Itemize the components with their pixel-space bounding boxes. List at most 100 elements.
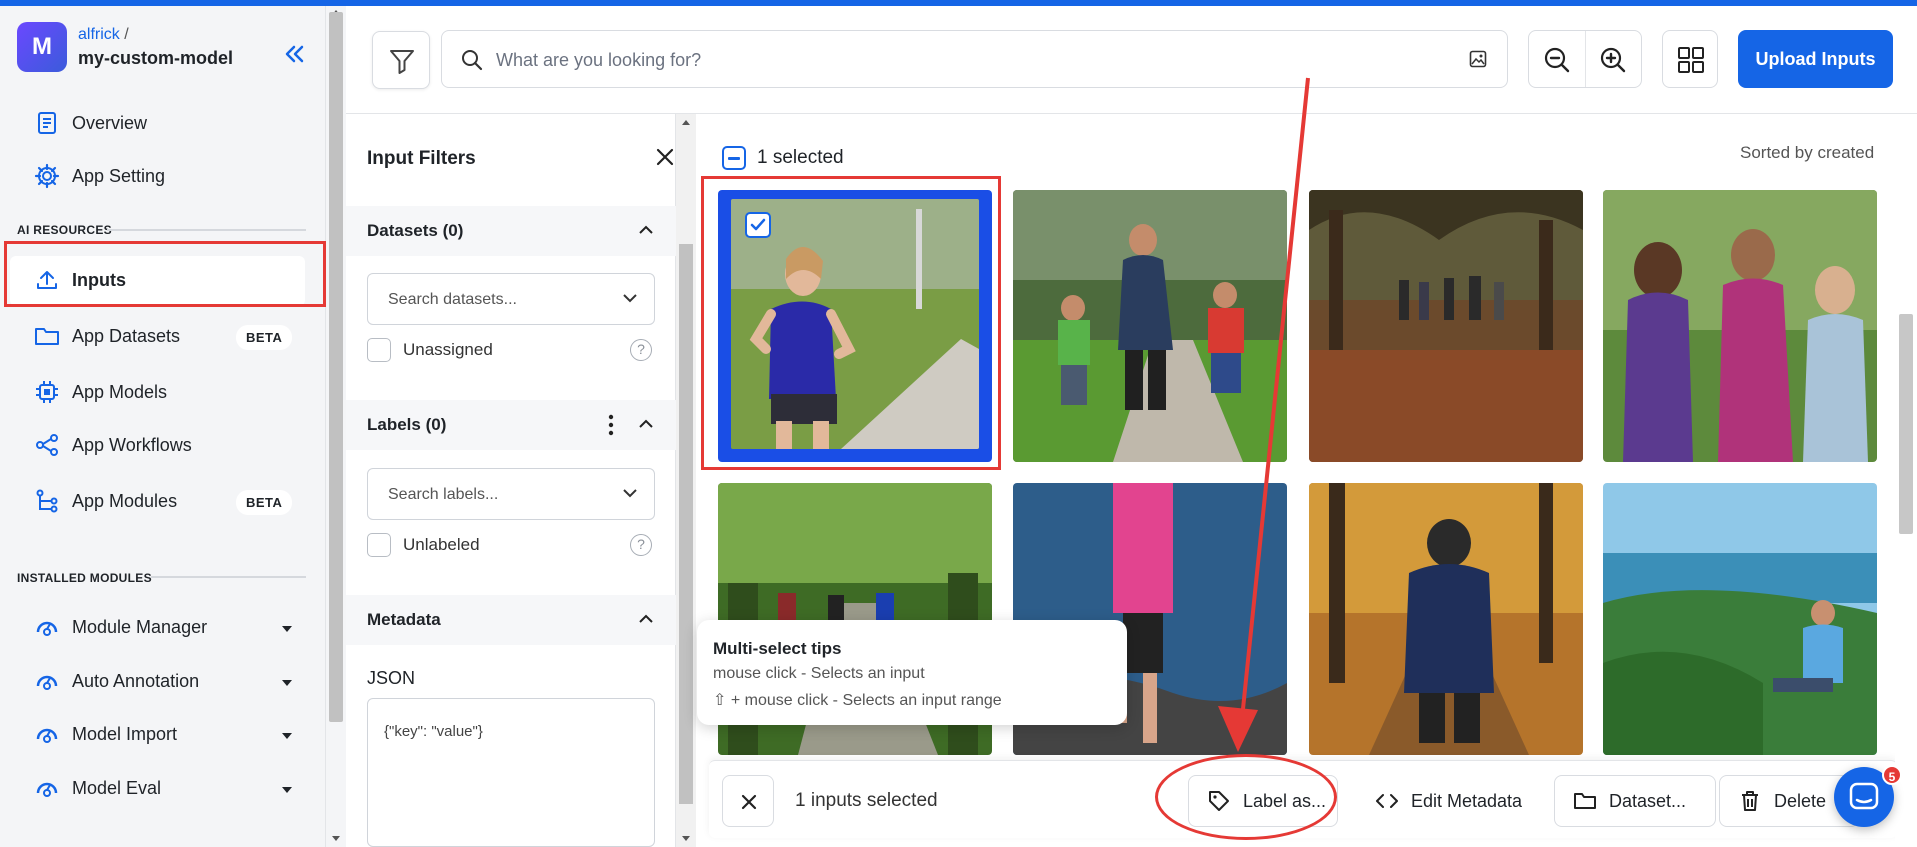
datasets-search-input[interactable]: Search datasets...: [388, 291, 517, 309]
sidebar-item-model-eval[interactable]: Model Eval: [34, 768, 161, 808]
chevron-down-icon[interactable]: [282, 680, 292, 686]
sidebar-item-model-import[interactable]: Model Import: [34, 714, 177, 754]
datasets-section-header[interactable]: Datasets (0): [346, 206, 676, 256]
module-icon: [34, 668, 60, 694]
collapse-sidebar-icon[interactable]: [283, 44, 307, 64]
sidebar-item-app-models[interactable]: App Models: [34, 372, 167, 412]
zoom-out-icon[interactable]: [1543, 46, 1571, 74]
thumbnail-image: [1309, 483, 1583, 755]
select-all-checkbox[interactable]: [722, 146, 746, 170]
sidebar-item-auto-annotation[interactable]: Auto Annotation: [34, 661, 199, 701]
thumbnail-image: [1603, 190, 1877, 462]
unassigned-checkbox[interactable]: Unassigned: [367, 338, 493, 362]
input-thumbnail[interactable]: [1309, 190, 1583, 462]
json-label: JSON: [367, 668, 416, 688]
sidebar-item-label: App Modules: [72, 490, 178, 511]
user-link[interactable]: alfrick: [78, 26, 120, 43]
folder-icon: [34, 323, 60, 349]
help-icon[interactable]: ?: [630, 339, 652, 361]
close-icon[interactable]: [654, 146, 676, 168]
sidebar-item-app-workflows[interactable]: App Workflows: [34, 425, 192, 465]
chevron-down-icon[interactable]: [282, 733, 292, 739]
sidebar-item-label: App Setting: [72, 165, 166, 186]
input-thumbnail[interactable]: [1309, 483, 1583, 755]
beta-badge: BETA: [236, 490, 293, 515]
share-icon: [34, 432, 60, 458]
labels-search-select[interactable]: Search labels...: [367, 468, 655, 520]
filter-icon: [390, 50, 414, 74]
section-title: Metadata: [367, 610, 441, 629]
gear-icon: [34, 163, 60, 189]
annotation-highlight-box: [4, 241, 326, 307]
thumbnail-image: [1013, 190, 1287, 462]
help-icon[interactable]: ?: [630, 534, 652, 556]
sidebar-item-module-manager[interactable]: Module Manager: [34, 607, 207, 647]
chevron-down-icon[interactable]: [282, 787, 292, 793]
sidebar-item-label: Model Import: [72, 723, 178, 744]
annotation-ellipse: [1155, 754, 1337, 840]
chevron-up-icon[interactable]: [639, 419, 653, 429]
button-label: Delete: [1774, 790, 1827, 811]
dataset-button[interactable]: Dataset...: [1554, 775, 1716, 827]
chevron-down-icon[interactable]: [282, 626, 292, 632]
app-avatar[interactable]: M: [17, 22, 67, 72]
sidebar-item-app-datasets[interactable]: App Datasets: [34, 316, 180, 356]
sidebar-item-label: App Workflows: [72, 434, 192, 455]
sidebar-item-label: App Models: [72, 381, 168, 402]
more-vertical-icon[interactable]: [608, 414, 614, 436]
filters-title: Input Filters: [367, 148, 476, 169]
labels-section-header[interactable]: Labels (0): [346, 400, 676, 450]
button-label: Edit Metadata: [1411, 790, 1523, 811]
selected-count: 1 selected: [757, 147, 844, 168]
checkbox[interactable]: [367, 533, 391, 557]
clear-selection-button[interactable]: [722, 775, 774, 827]
divider: [107, 229, 306, 231]
beta-badge: BETA: [236, 325, 293, 350]
filter-toggle-button[interactable]: [372, 31, 430, 89]
search-bar[interactable]: What are you looking for?: [441, 30, 1508, 88]
code-icon: [1376, 794, 1398, 808]
filters-scrollbar[interactable]: [676, 114, 696, 847]
input-thumbnail[interactable]: [1603, 190, 1877, 462]
multi-select-tips-popover: Multi-select tips mouse click - Selects …: [697, 620, 1127, 725]
selected-inputs-count: 1 inputs selected: [795, 790, 938, 811]
thumbnail-image: [1309, 190, 1583, 462]
module-icon: [34, 721, 60, 747]
zoom-in-icon[interactable]: [1599, 46, 1627, 74]
section-heading-installed-modules: INSTALLED MODULES: [17, 571, 152, 585]
zoom-controls: [1528, 30, 1642, 88]
chevron-up-icon[interactable]: [639, 225, 653, 235]
section-title: Labels (0): [367, 415, 447, 434]
sidebar-item-app-modules[interactable]: App Modules: [34, 481, 177, 521]
sort-label[interactable]: Sorted by created: [1740, 143, 1874, 163]
chevron-down-icon: [623, 489, 637, 498]
input-thumbnail[interactable]: [1013, 190, 1287, 462]
image-search-icon[interactable]: [1469, 50, 1487, 68]
chevron-down-icon: [623, 294, 637, 303]
sidebar-item-label: Module Manager: [72, 616, 208, 637]
content-scrollbar[interactable]: [1895, 190, 1917, 847]
input-thumbnail[interactable]: [1603, 483, 1877, 755]
grid-icon: [1678, 47, 1704, 73]
checkbox[interactable]: [367, 338, 391, 362]
sidebar-item-label: App Datasets: [72, 325, 181, 346]
unlabeled-checkbox[interactable]: Unlabeled: [367, 533, 480, 557]
grid-view-button[interactable]: [1662, 30, 1718, 88]
chevron-up-icon[interactable]: [639, 614, 653, 624]
upload-inputs-button[interactable]: Upload Inputs: [1738, 30, 1893, 88]
module-icon: [34, 775, 60, 801]
labels-search-input[interactable]: Search labels...: [388, 486, 498, 504]
section-title: Datasets (0): [367, 221, 464, 240]
edit-metadata-button[interactable]: Edit Metadata: [1357, 775, 1547, 827]
metadata-json-textarea[interactable]: {"key": "value"}: [367, 698, 655, 847]
checkbox-label: Unassigned: [403, 340, 493, 359]
sidebar-item-app-setting[interactable]: App Setting: [34, 156, 165, 196]
annotation-highlight-box: [701, 176, 1001, 470]
metadata-section-header[interactable]: Metadata: [346, 595, 676, 645]
sidebar-scrollbar[interactable]: [326, 6, 346, 847]
search-input[interactable]: What are you looking for?: [496, 50, 701, 71]
close-icon: [741, 794, 757, 810]
folder-icon: [1574, 793, 1596, 809]
sidebar-item-overview[interactable]: Overview: [34, 103, 147, 143]
datasets-search-select[interactable]: Search datasets...: [367, 273, 655, 325]
